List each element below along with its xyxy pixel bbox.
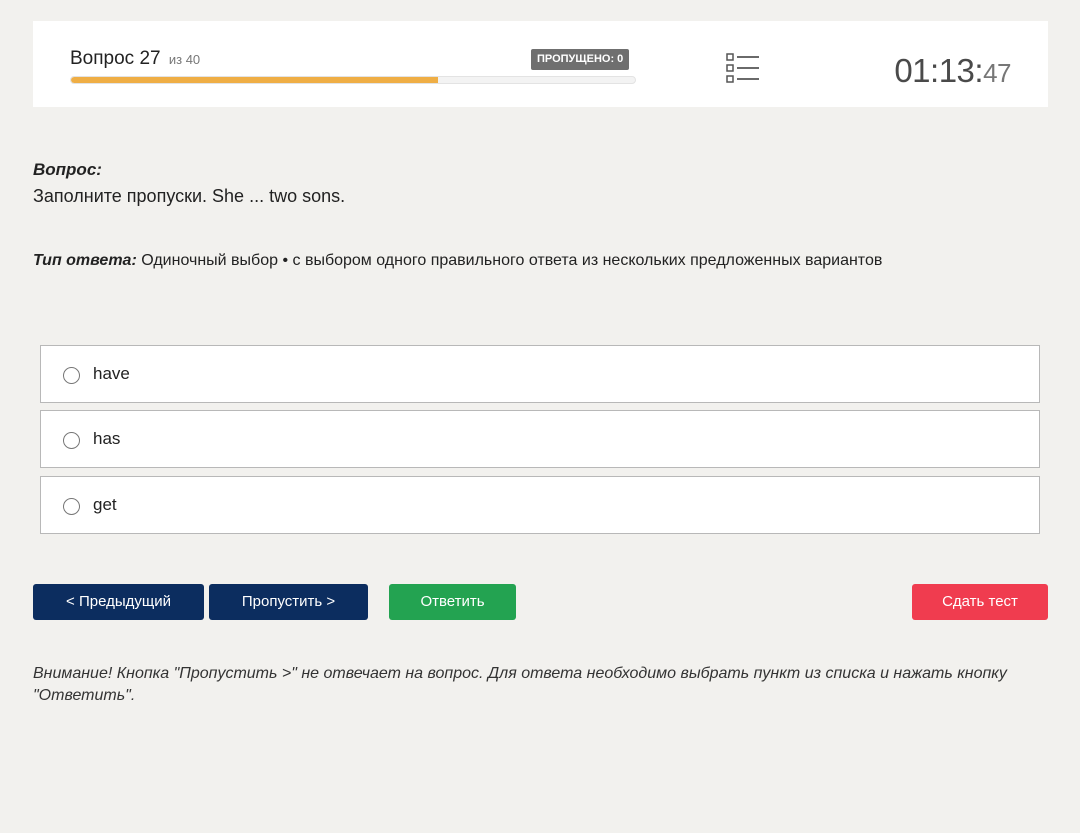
option-label: get — [93, 495, 117, 514]
radio-button[interactable] — [63, 432, 80, 449]
answer-type-label: Тип ответа: — [33, 252, 137, 269]
option-label: have — [93, 364, 130, 383]
submit-test-button[interactable]: Сдать тест — [912, 584, 1048, 620]
answer-type: Тип ответа: Одиночный выбор • с выбором … — [33, 252, 882, 270]
skip-button[interactable]: Пропустить > — [209, 584, 368, 620]
question-total: из 40 — [168, 52, 201, 67]
list-icon[interactable] — [726, 53, 760, 83]
test-header: Вопрос 27 из 40 ПРОПУЩЕНО: 0 01:13:47 — [33, 21, 1048, 107]
question-title: Вопрос: — [33, 160, 102, 179]
question-counter: Вопрос 27 из 40 — [70, 48, 200, 70]
skipped-badge: ПРОПУЩЕНО: 0 — [531, 49, 630, 70]
answer-button[interactable]: Ответить — [389, 584, 516, 620]
timer-seconds: 47 — [983, 58, 1011, 88]
timer-main: 01:13: — [894, 52, 984, 89]
warning-note: Внимание! Кнопка "Пропустить >" не отвеч… — [33, 665, 1007, 704]
answer-type-value: Одиночный выбор • с выбором одного прави… — [141, 252, 883, 269]
previous-button[interactable]: < Предыдущий — [33, 584, 204, 620]
answer-option[interactable]: have — [40, 345, 1040, 403]
question-number: Вопрос 27 — [70, 48, 161, 69]
question-text: Заполните пропуски. She ... two sons. — [33, 186, 346, 206]
progress-bar-fill — [71, 77, 438, 83]
answer-option[interactable]: get — [40, 476, 1040, 534]
timer: 01:13:47 — [894, 52, 1011, 90]
answer-option[interactable]: has — [40, 410, 1040, 468]
option-label: has — [93, 429, 121, 448]
progress-bar — [70, 76, 636, 84]
radio-button[interactable] — [63, 367, 80, 384]
radio-button[interactable] — [63, 498, 80, 515]
